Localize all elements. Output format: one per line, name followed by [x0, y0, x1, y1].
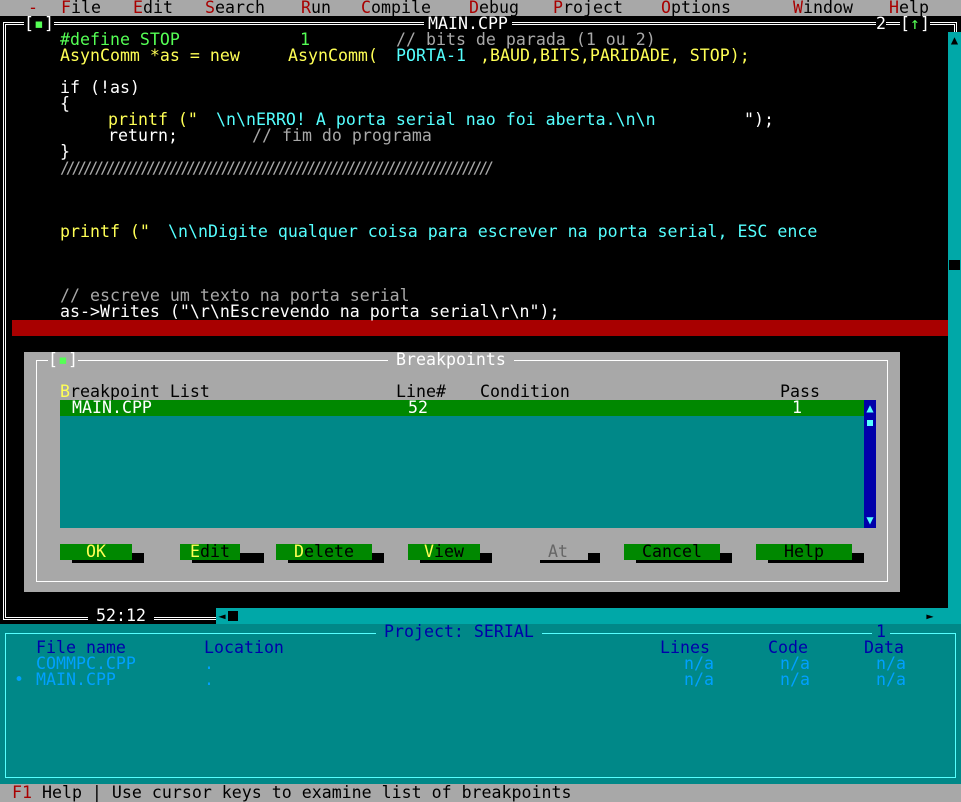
list-scroll-down-icon[interactable]: ▼: [864, 512, 876, 528]
help-button[interactable]: Help: [756, 543, 852, 560]
project-file-location: .: [204, 670, 214, 689]
code-comment: ////////////////////////////////////////…: [60, 158, 494, 177]
editor-horizontal-scrollbar[interactable]: [216, 608, 948, 624]
column-header-location: Location: [204, 638, 284, 657]
editor-vertical-scrollbar[interactable]: [948, 32, 961, 624]
list-scroll-up-icon[interactable]: ▲: [864, 400, 876, 416]
breakpoint-list-item-selected[interactable]: [60, 400, 876, 416]
current-line-highlight: [12, 320, 948, 336]
code-line: PORTA-1: [396, 46, 466, 65]
view-button[interactable]: View: [408, 543, 480, 560]
delete-button[interactable]: Delete: [276, 543, 372, 560]
horizontal-scroll-thumb[interactable]: [228, 611, 238, 621]
project-file-lines: n/a: [684, 670, 714, 689]
code-line: AsynComm *as = new: [60, 46, 250, 65]
code-line-current: as->Writes ("\r\nEscrevendo na porta ser…: [60, 302, 560, 321]
menu-project[interactable]: Project: [553, 0, 623, 16]
breakpoint-line: 52: [408, 398, 428, 417]
status-bar: F1 Help | Use cursor keys to examine lis…: [0, 784, 961, 802]
code-line: AsynComm(: [288, 46, 378, 65]
code-line: ");: [744, 110, 774, 129]
menu-run[interactable]: Run: [301, 0, 331, 16]
project-file-name: MAIN.CPP: [36, 670, 116, 689]
vertical-scroll-thumb[interactable]: [949, 260, 960, 270]
editor-close-box[interactable]: [▪]: [24, 15, 54, 32]
breakpoint-pass: 1: [792, 398, 802, 417]
status-help-hint: F1 Help | Use cursor keys to examine lis…: [12, 783, 572, 802]
project-file-data: n/a: [876, 670, 906, 689]
code-line: {: [60, 94, 70, 113]
edit-button[interactable]: Edit: [180, 543, 240, 560]
code-line: return;: [108, 126, 178, 145]
list-scroll-thumb[interactable]: [867, 420, 873, 426]
code-line: printf (": [60, 222, 150, 241]
cursor-position: 52:12: [88, 607, 154, 624]
at-button[interactable]: At: [528, 543, 588, 560]
code-line: ,BAUD,BITS,PARIDADE, STOP);: [480, 46, 750, 65]
list-scroll-track[interactable]: [864, 416, 876, 512]
project-frame: [5, 633, 956, 778]
menu-edit[interactable]: Edit: [133, 0, 173, 16]
dialog-close-box[interactable]: [▪]: [48, 351, 78, 368]
editor-window-number: 2: [876, 14, 886, 33]
dialog-title: Breakpoints: [388, 351, 514, 368]
breakpoint-file: MAIN.CPP: [72, 398, 152, 417]
ok-button[interactable]: OK: [60, 543, 132, 560]
editor-zoom-box[interactable]: [↑]: [900, 15, 930, 32]
project-window: Project: SERIAL 1 File name Location Lin…: [0, 623, 961, 784]
menu-compile[interactable]: Compile: [361, 0, 431, 16]
menu-options[interactable]: Options: [661, 0, 731, 16]
scroll-right-arrow-icon[interactable]: ►: [924, 608, 936, 624]
current-file-marker-icon: •: [14, 670, 24, 689]
cancel-button[interactable]: Cancel: [624, 543, 720, 560]
menu-file[interactable]: File: [61, 0, 101, 16]
code-line: if (!as): [60, 78, 140, 97]
project-file-code: n/a: [780, 670, 810, 689]
code-string: \n\nDigite qualquer coisa para escrever …: [168, 224, 818, 240]
scroll-up-arrow-icon[interactable]: ▲: [948, 32, 961, 48]
f1-key-label[interactable]: F1: [12, 783, 32, 802]
scroll-left-arrow-icon[interactable]: ◄: [216, 608, 228, 624]
breakpoints-dialog: [▪] Breakpoints Breakpoint List Line# Co…: [24, 351, 900, 592]
project-title: Project: SERIAL: [376, 623, 542, 640]
menu-window[interactable]: Window: [793, 0, 853, 16]
menu-search[interactable]: Search: [205, 0, 265, 16]
breakpoint-list[interactable]: [60, 400, 876, 528]
code-comment: // fim do programa: [252, 126, 432, 145]
column-header-condition: Condition: [480, 382, 570, 401]
